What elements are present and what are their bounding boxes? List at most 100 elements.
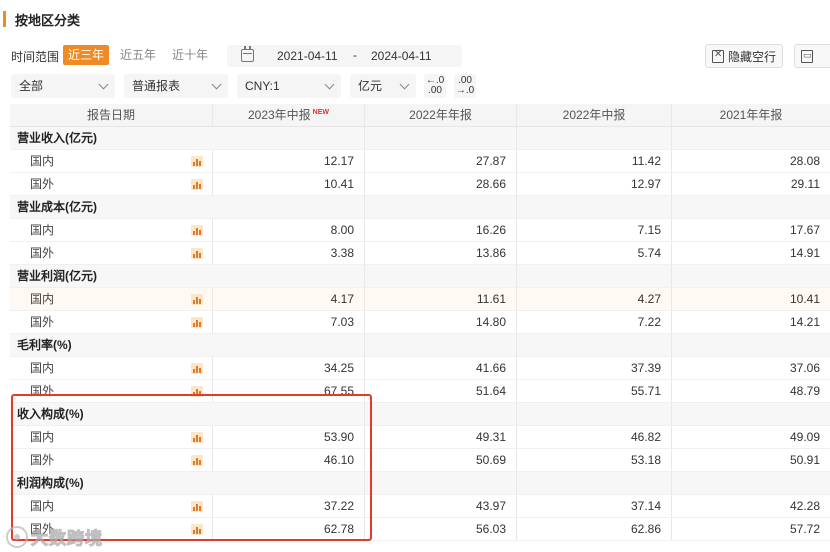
increase-decimals-button[interactable]: .00 →.0 [454,74,476,98]
value-cell: 37.06 [789,361,820,375]
table-row[interactable]: 国内 34.25 41.66 37.39 37.06 [10,357,830,380]
report-type-select-value: 普通报表 [132,79,181,93]
value-cell: 13.86 [365,242,517,264]
section-row: 营业收入(亿元) [10,127,830,150]
table-row[interactable]: 国外 67.55 51.64 55.71 48.79 [10,380,830,403]
header-report-date: 报告日期 [10,104,213,126]
value-cell: 49.31 [365,426,517,448]
watermark-logo-icon [6,525,28,548]
row-label-cell: 国外 [10,449,213,471]
row-label: 国外 [30,453,55,467]
value-cell: 14.21 [789,315,820,329]
table-row[interactable]: 国外 10.41 28.66 12.97 29.11 [10,173,830,196]
bar-chart-icon[interactable] [191,501,203,512]
header-period-0[interactable]: 2023年中报 NEW [213,104,365,126]
hide-empty-rows-button[interactable]: 隐藏空行 [705,44,784,68]
value-cell: 67.55 [213,380,365,402]
section-row: 毛利率(%) [10,334,830,357]
range-3y-button[interactable]: 近三年 [63,45,110,65]
row-label: 国内 [30,292,55,306]
table-row[interactable]: 国内 8.00 16.26 7.15 17.67 [10,219,830,242]
bar-chart-icon[interactable] [191,386,203,397]
bar-chart-icon[interactable] [191,179,203,190]
empty-cell [517,472,672,494]
value-cell: 10.41 [789,292,820,306]
table-row[interactable]: 国内 4.17 11.61 4.27 10.41 [10,288,830,311]
date-range-picker[interactable]: 2021-04-11 - 2024-04-11 [227,45,462,67]
currency-select-value: CNY:1 [245,79,280,93]
row-label-cell: 国内 [10,357,213,379]
value-cell: 49.09 [789,430,820,444]
value-cell: 37.39 [517,357,672,379]
chevron-down-icon [211,79,222,90]
empty-cell [365,127,517,149]
bar-chart-icon[interactable] [191,455,203,466]
empty-cell [213,127,365,149]
report-type-select[interactable]: 普通报表 [124,74,228,98]
table-row[interactable]: 国内 12.17 27.87 11.42 28.08 [10,150,830,173]
value-cell: 51.64 [365,380,517,402]
bar-chart-icon[interactable] [191,432,203,443]
bar-chart-icon[interactable] [191,317,203,328]
table-row[interactable]: 国外 62.78 56.03 62.86 57.72 [10,518,830,541]
header-period-1[interactable]: 2022年年报 [365,104,517,126]
table-row[interactable]: 国外 46.10 50.69 53.18 50.91 [10,449,830,472]
row-label-cell: 国外 [10,173,213,195]
chevron-down-icon [324,79,335,90]
range-10y-button[interactable]: 近十年 [167,45,213,65]
table-row[interactable]: 国内 53.90 49.31 46.82 49.09 [10,426,830,449]
unit-select[interactable]: 亿元 [350,74,416,98]
value-cell: 28.66 [365,173,517,195]
watermark: 大数跨境 [6,524,103,549]
table-row[interactable]: 国外 3.38 13.86 5.74 14.91 [10,242,830,265]
empty-cell [517,403,672,425]
empty-cell [672,196,830,218]
value-cell: 34.25 [213,357,365,379]
value-cell: 4.27 [517,288,672,310]
header-period-3[interactable]: 2021年年报 [672,104,830,126]
range-5y-button[interactable]: 近五年 [115,45,161,65]
decrease-decimals-button[interactable]: ←.0 .00 [424,74,446,98]
bar-chart-icon[interactable] [191,363,203,374]
value-cell: 50.91 [789,453,820,467]
value-cell: 5.74 [517,242,672,264]
row-label-cell: 国内 [10,150,213,172]
bar-chart-icon[interactable] [191,524,203,535]
bar-chart-icon[interactable] [191,294,203,305]
chevron-down-icon [98,79,109,90]
value-cell: 37.14 [517,495,672,517]
scope-select[interactable]: 全部 [11,74,115,98]
value-cell: 53.18 [517,449,672,471]
section-row: 利润构成(%) [10,472,830,495]
value-cell: 29.11 [790,177,820,191]
row-label-cell: 国外 [10,311,213,333]
value-cell: 50.69 [365,449,517,471]
empty-cell [672,265,830,287]
table-row[interactable]: 国外 7.03 14.80 7.22 14.21 [10,311,830,334]
value-cell: 56.03 [365,518,517,540]
header-period-2[interactable]: 2022年中报 [517,104,672,126]
table-header-row: 报告日期 2023年中报 NEW 2022年年报 2022年中报 2021年年报 [10,104,830,127]
currency-select[interactable]: CNY:1 [237,74,341,98]
empty-cell [213,472,365,494]
date-to[interactable]: 2024-04-11 [371,49,432,63]
row-label: 国内 [30,499,55,513]
row-label: 国外 [30,384,55,398]
title-accent-bar [3,11,6,27]
value-cell: 11.61 [365,288,517,310]
export-button[interactable] [794,44,830,68]
bar-chart-icon[interactable] [191,248,203,259]
value-cell: 42.28 [789,499,820,513]
calendar-icon [241,46,254,62]
empty-cell [517,334,672,356]
date-from[interactable]: 2021-04-11 [277,49,338,63]
empty-cell [517,127,672,149]
value-cell: 7.22 [517,311,672,333]
bar-chart-icon[interactable] [191,156,203,167]
table-row[interactable]: 国内 37.22 43.97 37.14 42.28 [10,495,830,518]
scope-select-value: 全部 [19,79,44,93]
bar-chart-icon[interactable] [191,225,203,236]
value-cell: 27.87 [365,150,517,172]
value-cell: 41.66 [365,357,517,379]
row-label-cell: 国内 [10,219,213,241]
